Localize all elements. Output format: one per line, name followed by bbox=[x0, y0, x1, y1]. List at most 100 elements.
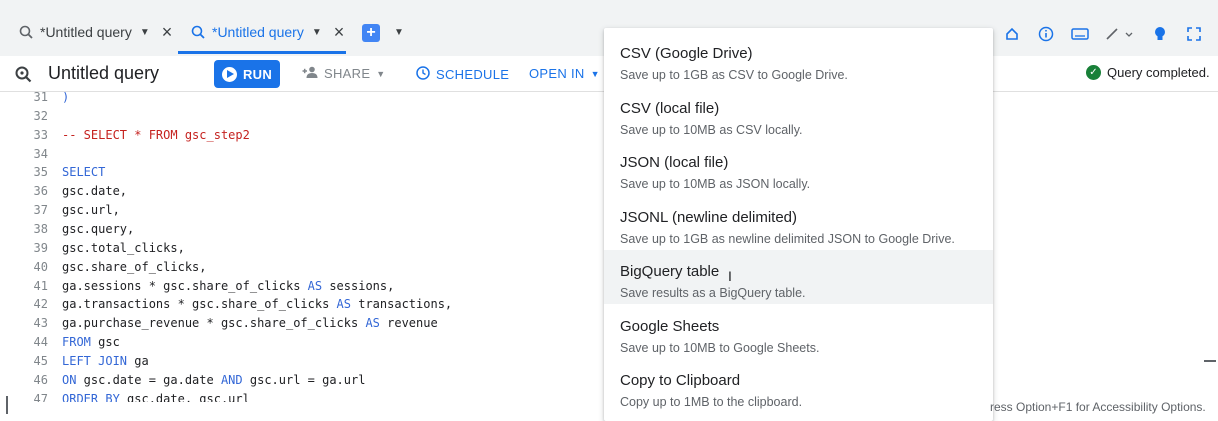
info-icon[interactable] bbox=[1034, 22, 1058, 46]
sql-keyword: AS bbox=[336, 297, 351, 312]
lightbulb-icon[interactable] bbox=[1148, 22, 1172, 46]
sql-keyword: AS bbox=[307, 278, 323, 293]
code-line: 37 gsc.url, bbox=[0, 201, 604, 220]
add-tab-icon[interactable]: + bbox=[362, 24, 380, 42]
line-number: 42 bbox=[33, 297, 48, 312]
code-text: gsc.total_clicks, bbox=[62, 239, 185, 258]
code-line: 36 gsc.date, bbox=[0, 182, 604, 201]
code-line: 32 bbox=[0, 107, 604, 126]
code-line: 41 ga.sessions * gsc.share_of_clicks AS s… bbox=[0, 277, 604, 296]
menu-item-bigquery-table[interactable]: BigQuery table Save results as a BigQuery… bbox=[604, 250, 993, 304]
line-number: 32 bbox=[33, 108, 48, 123]
line-number: 40 bbox=[33, 259, 48, 274]
menu-item-title: CSV (local file) bbox=[620, 99, 720, 117]
code-text: ga.sessions * gsc.share_of_clicks AS ses… bbox=[62, 277, 394, 296]
code-text: ON gsc.date = ga.date AND gsc.url = ga.u… bbox=[62, 371, 365, 390]
share-label: SHARE bbox=[324, 66, 371, 81]
chevron-down-icon: ▼ bbox=[590, 68, 600, 79]
code-text: gsc.share_of_clicks, bbox=[62, 258, 207, 277]
line-number: 39 bbox=[33, 240, 48, 255]
menu-item-jsonl-newline-delimited[interactable]: JSONL (newline delimited) Save up to 1GB … bbox=[604, 196, 993, 250]
sql-token: gsc.date, gsc.url bbox=[119, 391, 250, 402]
code-line: 31) bbox=[0, 92, 604, 107]
tab-query-2[interactable]: *Untitled query ▼ × bbox=[190, 14, 344, 50]
code-line: 42 ga.transactions * gsc.share_of_clicks … bbox=[0, 295, 604, 314]
menu-item-csv-google-drive[interactable]: CSV (Google Drive) Save up to 1GB as CSV … bbox=[604, 32, 993, 86]
menu-item-json-local-file[interactable]: JSON (local file) Save up to 10MB as JSON… bbox=[604, 141, 993, 195]
line-number: 43 bbox=[33, 316, 48, 331]
sql-keyword: LEFT JOIN bbox=[62, 353, 128, 368]
line-number: 38 bbox=[33, 221, 48, 236]
sql-editor[interactable]: 31) 32 33 -- SELECT * FROM gsc_step2 34 35 SEL… bbox=[0, 92, 604, 402]
code-text: SELECT bbox=[62, 163, 105, 182]
menu-item-description: Save up to 1GB as CSV to Google Drive. bbox=[620, 68, 848, 82]
menu-item-description: Save up to 10MB as CSV locally. bbox=[620, 122, 803, 137]
sql-keyword: ORDER BY bbox=[62, 391, 120, 402]
open-in-button[interactable]: OPEN IN ▼ bbox=[529, 66, 600, 81]
close-icon[interactable]: × bbox=[334, 23, 345, 41]
sql-token: revenue bbox=[379, 316, 438, 331]
code-text: ) bbox=[62, 92, 69, 107]
code-line: 38 gsc.query, bbox=[0, 220, 604, 239]
schedule-label: SCHEDULE bbox=[436, 67, 510, 82]
chevron-down-icon[interactable]: ▼ bbox=[312, 27, 322, 38]
sql-token: ga.transactions * gsc.share_of_clicks bbox=[62, 297, 337, 312]
menu-item-csv-local-file[interactable]: CSV (local file) Save up to 10MB as CSV l… bbox=[604, 87, 993, 141]
fullscreen-icon[interactable] bbox=[1182, 22, 1206, 46]
code-line: 47 ORDER BY gsc.date, gsc.url bbox=[0, 390, 604, 402]
menu-item-title: CSV (Google Drive) bbox=[620, 45, 753, 62]
code-line: 44 FROM gsc bbox=[0, 333, 604, 352]
menu-item-copy-to-clipboard[interactable]: Copy to Clipboard Copy up to 1MB to the c… bbox=[604, 359, 993, 413]
sql-keyword: ON bbox=[62, 372, 77, 387]
chevron-down-icon: ▼ bbox=[376, 68, 386, 79]
line-number: 46 bbox=[33, 372, 48, 387]
sql-keyword: ) bbox=[62, 92, 70, 104]
menu-item-google-sheets[interactable]: Google Sheets Save up to 10MB to Google S… bbox=[604, 305, 993, 359]
sql-token: sessions, bbox=[322, 278, 395, 293]
line-number: 33 bbox=[33, 127, 48, 142]
sql-token: ga.purchase_revenue * gsc.share_of_click… bbox=[62, 316, 366, 331]
query-icon bbox=[18, 24, 34, 40]
sql-token: ga.sessions * gsc.share_of_clicks bbox=[62, 278, 308, 293]
schedule-button[interactable]: SCHEDULE bbox=[416, 66, 509, 83]
accessibility-hint: ress Option+F1 for Accessibility Options… bbox=[990, 400, 1206, 414]
home-icon[interactable] bbox=[1000, 22, 1024, 46]
line-number: 37 bbox=[33, 203, 48, 218]
code-text: gsc.query, bbox=[62, 220, 134, 239]
code-text: FROM gsc bbox=[62, 333, 120, 352]
sql-keyword: AND bbox=[220, 372, 243, 387]
scrollbar-handle[interactable] bbox=[6, 396, 8, 414]
sql-token: gsc.date, bbox=[62, 184, 128, 199]
tab-label: *Untitled query bbox=[40, 24, 132, 40]
chevron-down-icon[interactable]: ▼ bbox=[140, 27, 150, 38]
share-button[interactable]: SHARE ▼ bbox=[302, 66, 386, 81]
magic-wand-icon[interactable] bbox=[1102, 22, 1138, 46]
query-icon bbox=[14, 65, 32, 88]
run-button[interactable]: RUN bbox=[214, 60, 280, 88]
code-line: 33 -- SELECT * FROM gsc_step2 bbox=[0, 126, 604, 145]
save-results-menu: CSV (Google Drive) Save up to 1GB as CSV … bbox=[604, 28, 993, 421]
line-number: 36 bbox=[33, 184, 48, 199]
menu-item-title: Google Sheets bbox=[620, 317, 720, 335]
menu-item-title: Copy to Clipboard bbox=[620, 372, 741, 389]
play-icon bbox=[221, 66, 237, 82]
chevron-down-icon[interactable]: ▼ bbox=[394, 27, 404, 38]
code-line: 43 ga.purchase_revenue * gsc.share_of_cli… bbox=[0, 314, 604, 333]
menu-item-title: JSON (local file) bbox=[620, 154, 729, 171]
close-icon[interactable]: × bbox=[162, 23, 173, 41]
run-label: RUN bbox=[242, 66, 273, 82]
tab-query-1[interactable]: *Untitled query ▼ × bbox=[18, 14, 172, 50]
keyboard-icon[interactable] bbox=[1068, 22, 1092, 46]
sql-keyword: FROM bbox=[62, 335, 91, 350]
line-number: 35 bbox=[33, 165, 48, 180]
status-text: Query completed. bbox=[1107, 65, 1210, 80]
sql-keyword: SELECT bbox=[62, 165, 106, 180]
code-text: ga.transactions * gsc.share_of_clicks AS… bbox=[62, 295, 452, 314]
menu-item-description: Save up to 1GB as newline delimited JSON… bbox=[620, 231, 955, 246]
sql-keyword: AS bbox=[365, 316, 380, 331]
minimize-icon[interactable] bbox=[1204, 360, 1216, 362]
menu-item-title: BigQuery table bbox=[620, 263, 720, 280]
line-number: 34 bbox=[33, 146, 48, 161]
menu-item-title: JSONL (newline delimited) bbox=[620, 208, 798, 226]
menu-item-description: Save up to 10MB as JSON locally. bbox=[620, 177, 811, 191]
